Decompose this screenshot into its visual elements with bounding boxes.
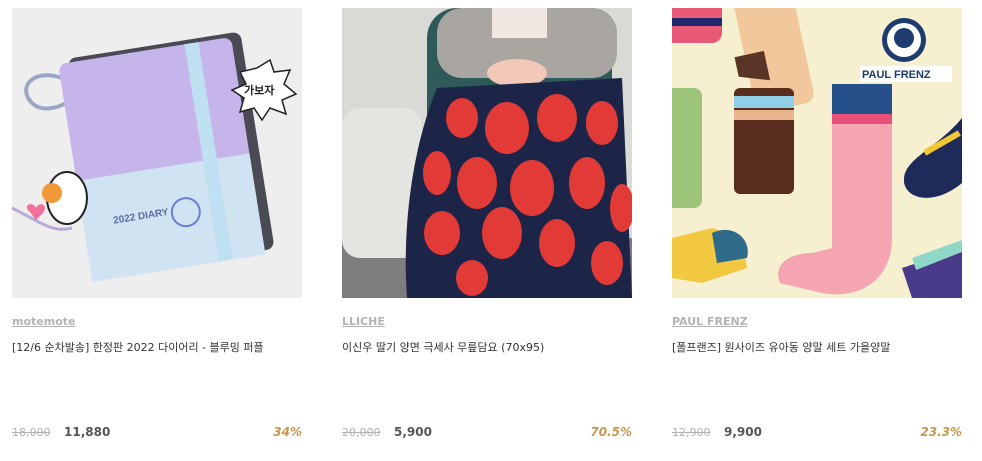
brand-link[interactable]: LLICHE [342, 315, 385, 328]
original-price: 20,000 [342, 426, 381, 439]
brand-link[interactable]: motemote [12, 315, 75, 328]
sale-price: 11,880 [64, 425, 111, 439]
product-image-diary[interactable]: 2022 DIARY 가보자 [12, 8, 302, 298]
product-image-socks[interactable]: PAUL FRENZ [672, 8, 962, 298]
discount-rate: 70.5% [590, 425, 632, 439]
original-price: 18,000 [12, 426, 51, 439]
paul-frenz-logo: PAUL FRENZ [862, 69, 931, 81]
brand-link[interactable]: PAUL FRENZ [672, 315, 748, 328]
product-image-blanket[interactable] [342, 8, 632, 298]
product-card[interactable]: LLICHE 이신우 딸기 양면 극세사 무릎담요 (70x95) 20,000… [342, 8, 632, 448]
product-card[interactable]: 2022 DIARY 가보자 motemote [12/6 순차발송] 한정판 … [12, 8, 302, 448]
discount-rate: 23.3% [920, 425, 962, 439]
product-name[interactable]: [폴프랜즈] 원사이즈 유아동 양말 세트 가을양말 [672, 339, 890, 355]
sale-price: 5,900 [394, 425, 432, 439]
product-name[interactable]: 이신우 딸기 양면 극세사 무릎담요 (70x95) [342, 339, 544, 355]
discount-rate: 34% [273, 425, 302, 439]
original-price: 12,900 [672, 426, 711, 439]
sale-price: 9,900 [724, 425, 762, 439]
product-card[interactable]: PAUL FRENZ PAUL FRENZ [폴프랜즈] 원사이즈 유아동 양말… [672, 8, 962, 448]
product-name[interactable]: [12/6 순차발송] 한정판 2022 다이어리 - 블루밍 퍼플 [12, 339, 264, 355]
diary-sticker-text: 가보자 [244, 83, 275, 97]
